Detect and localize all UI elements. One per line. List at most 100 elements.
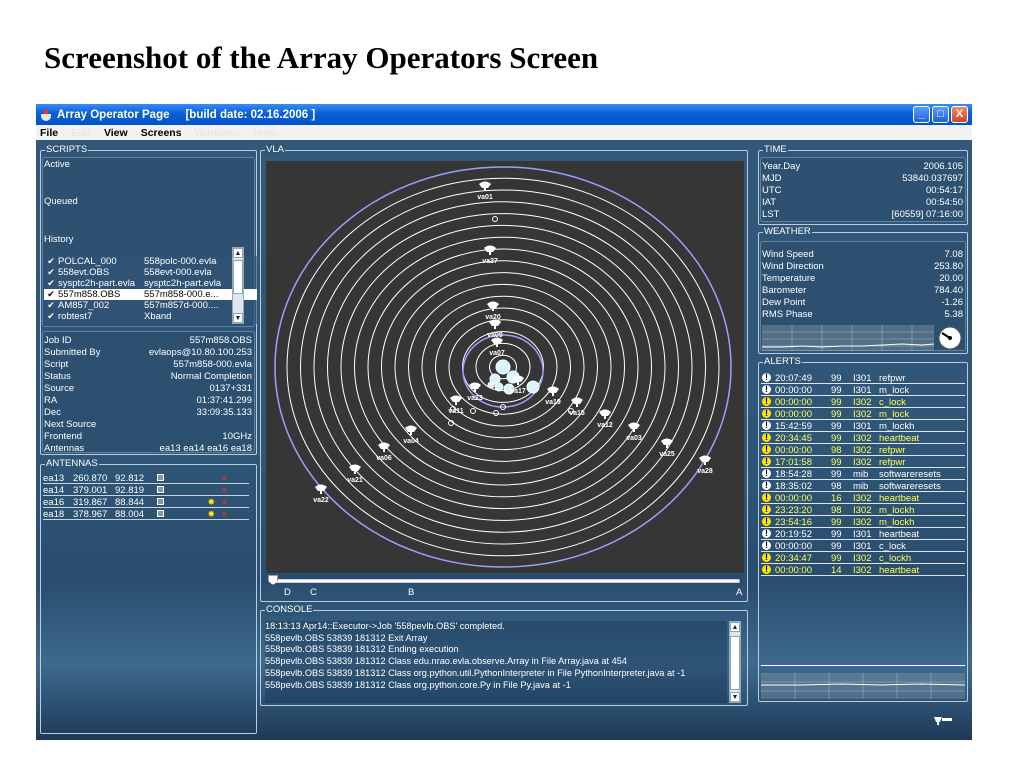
antenna-row[interactable]: ea16 319.867 88.844 ✸ ×: [43, 497, 249, 508]
alert-row[interactable]: 20:34:47 99 I302 c_lockh: [761, 552, 965, 564]
antenna-marker[interactable]: va28: [697, 455, 713, 476]
antenna-marker[interactable]: va04: [403, 425, 419, 446]
antenna-marker[interactable]: va12: [597, 409, 613, 430]
configuration-slider[interactable]: D C B A: [266, 575, 744, 601]
scripts-history-label: History: [44, 234, 74, 245]
antenna-label: va15: [569, 410, 585, 417]
alert-time: 18:54:28: [775, 468, 812, 480]
history-item[interactable]: ✔ 557m858.OBS 557m858-000.e...: [44, 289, 257, 300]
slider-knob[interactable]: [268, 575, 278, 585]
history-item[interactable]: ✔ POLCAL_000 558polc-000.evla: [44, 256, 257, 267]
menu-file[interactable]: File: [40, 127, 58, 139]
antenna-marker[interactable]: va07: [489, 337, 505, 358]
history-item-name: robtest7: [58, 311, 93, 322]
time-key: IAT: [762, 197, 777, 208]
menu-windows[interactable]: Windows: [195, 127, 241, 139]
alert-row[interactable]: 18:35:02 98 mib softwareresets: [761, 480, 965, 492]
history-scrollbar[interactable]: ▲ ▼: [232, 247, 244, 324]
menu-screens[interactable]: Screens: [141, 127, 182, 139]
job-detail-value: 557m858-000.evla: [173, 359, 252, 370]
alert-row[interactable]: 00:00:00 99 I301 m_lock: [761, 384, 965, 396]
alert-code: I301: [853, 384, 872, 396]
job-detail-key: RA: [44, 395, 58, 406]
alert-row[interactable]: 18:54:28 99 mib softwareresets: [761, 468, 965, 480]
weather-row: Wind Speed 7.08: [762, 249, 963, 261]
alert-row[interactable]: 23:23:20 98 I302 m_lockh: [761, 504, 965, 516]
window-titlebar[interactable]: Array Operator Page [build date: 02.16.2…: [36, 104, 972, 125]
alert-message: heartbeat: [879, 492, 920, 504]
antenna-dock-icon[interactable]: [932, 714, 954, 726]
close-button[interactable]: X: [951, 106, 968, 123]
weather-value: 7.08: [944, 249, 964, 260]
error-x-icon: ×: [221, 496, 227, 507]
minimize-button[interactable]: _: [913, 106, 930, 123]
alert-severity: 99: [831, 552, 842, 564]
alert-code: I301: [853, 528, 872, 540]
alert-row[interactable]: 00:00:00 16 I302 heartbeat: [761, 492, 965, 504]
console-scroll-up-icon[interactable]: ▲: [730, 622, 740, 632]
antenna-row[interactable]: ea18 378.967 88.004 ✸ ×: [43, 509, 249, 520]
scroll-up-icon[interactable]: ▲: [233, 248, 243, 258]
alert-bulb-icon: [761, 492, 773, 503]
maximize-button[interactable]: □: [932, 106, 949, 123]
job-detail-key: Status: [44, 371, 71, 382]
alert-row[interactable]: 20:34:45 99 I302 heartbeat: [761, 432, 965, 444]
alert-row[interactable]: 00:00:00 98 I302 refpwr: [761, 444, 965, 456]
history-item[interactable]: ✔ robtest7 Xband: [44, 311, 257, 322]
alert-row[interactable]: 23:54:16 99 I302 m_lockh: [761, 516, 965, 528]
checkmark-icon: ✔: [47, 256, 55, 266]
history-item[interactable]: ✔ sysptc2h-part.evla sysptc2h-part.evla: [44, 278, 257, 289]
console-scroll-down-icon[interactable]: ▼: [730, 692, 740, 702]
scroll-down-icon[interactable]: ▼: [233, 313, 243, 323]
menu-help[interactable]: Help: [254, 127, 277, 139]
menu-edit[interactable]: Edit: [71, 127, 91, 139]
script-history-list[interactable]: ✔ POLCAL_000 558polc-000.evla ✔ 558evt.OBS 55…: [44, 256, 257, 324]
history-item[interactable]: ✔ 558evt.OBS 558evt-000.evla: [44, 267, 257, 278]
antenna-marker[interactable]: va20: [485, 301, 501, 322]
antenna-marker[interactable]: va15: [569, 397, 585, 418]
scroll-thumb[interactable]: [233, 260, 243, 294]
antenna-marker[interactable]: va03: [626, 422, 642, 443]
alert-message: softwareresets: [879, 468, 941, 480]
dish-icon: [484, 245, 496, 252]
alert-code: I301: [853, 540, 872, 552]
weather-row: Wind Direction 253.80: [762, 261, 963, 273]
alert-message: refpwr: [879, 372, 906, 384]
alert-row[interactable]: 20:19:52 99 I301 heartbeat: [761, 528, 965, 540]
history-item-file: sysptc2h-part.evla: [144, 278, 222, 289]
alert-row[interactable]: 20:07:49 99 I301 refpwr: [761, 372, 965, 384]
alert-severity: 99: [831, 468, 842, 480]
vla-panel: VLA va01 va27 va20 va09 va07 va23 va11 va17 va19…: [260, 144, 748, 602]
alert-row[interactable]: 00:00:00 99 I301 c_lock: [761, 540, 965, 552]
time-row: IAT 00:54:50: [762, 197, 963, 209]
history-item[interactable]: ✔ AM857_002 557m857d-000....: [44, 300, 257, 311]
antenna-row[interactable]: ea14 379.001 92.819 ×: [43, 485, 249, 496]
console-output[interactable]: 18:13:13 Apr14::Executor->Job '558pevlb.…: [265, 621, 727, 703]
alert-row[interactable]: 00:00:00 99 I302 c_lock: [761, 396, 965, 408]
alert-message: c_lockh: [879, 552, 912, 564]
menu-view[interactable]: View: [104, 127, 128, 139]
alert-row[interactable]: 17:01:58 99 I302 refpwr: [761, 456, 965, 468]
alert-code: I302: [853, 432, 872, 444]
console-scroll-thumb[interactable]: [730, 636, 740, 690]
antenna-marker[interactable]: va21: [347, 464, 363, 485]
antenna-marker[interactable]: va06: [376, 442, 392, 463]
antenna-az: 379.001: [73, 484, 108, 496]
vla-array-map[interactable]: va01 va27 va20 va09 va07 va23 va11 va17 va19 va15…: [266, 161, 744, 573]
slider-track[interactable]: [272, 579, 740, 583]
alert-row[interactable]: 00:00:00 14 I302 heartbeat: [761, 564, 965, 576]
antenna-marker[interactable]: va27: [482, 245, 498, 266]
antenna-marker[interactable]: va19: [545, 386, 561, 407]
antenna-marker[interactable]: va11: [448, 395, 464, 416]
job-detail-row: Script 557m858-000.evla: [44, 359, 252, 371]
alert-row[interactable]: 15:42:59 99 I301 m_lockh: [761, 420, 965, 432]
history-item-file: 557m857d-000....: [144, 300, 219, 311]
job-detail-row: Next Source: [44, 419, 252, 431]
antenna-row[interactable]: ea13 260.870 92.812 ×: [43, 473, 249, 484]
console-scrollbar[interactable]: ▲ ▼: [729, 621, 741, 703]
antenna-label: va28: [697, 468, 713, 475]
alert-row[interactable]: 00:00:00 99 I302 m_lock: [761, 408, 965, 420]
slide-title: Screenshot of the Array Operators Screen: [44, 40, 599, 75]
time-value: 00:54:17: [926, 185, 963, 196]
antenna-marker[interactable]: va09: [487, 319, 503, 340]
